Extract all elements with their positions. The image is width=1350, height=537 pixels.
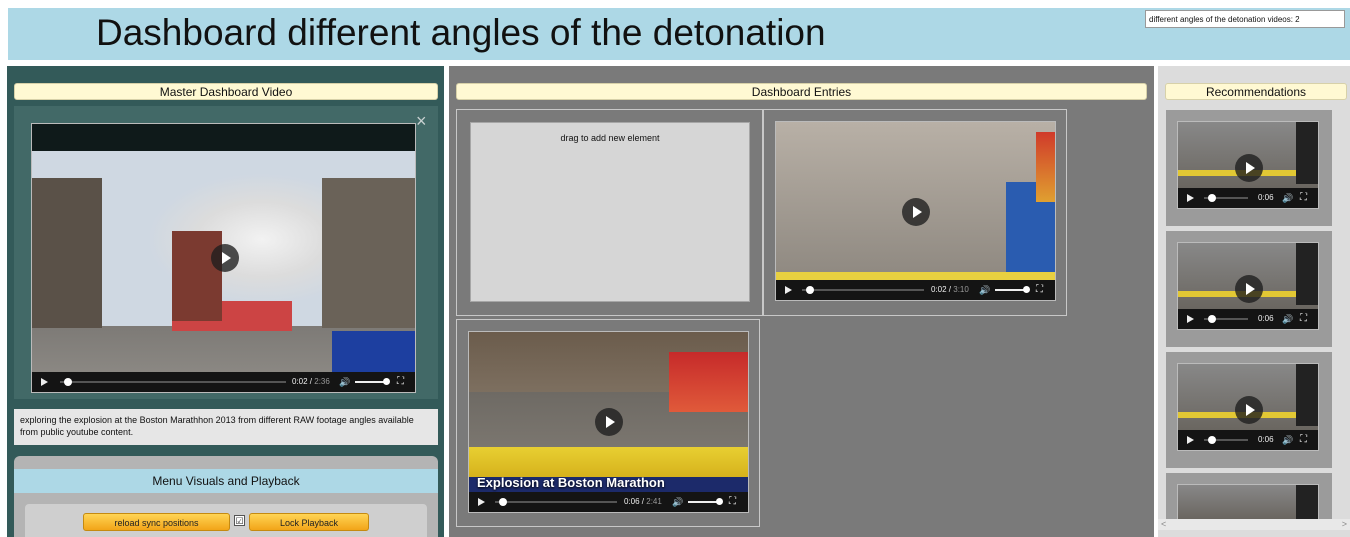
close-icon[interactable]: × bbox=[416, 112, 427, 130]
play-button-icon[interactable] bbox=[1187, 436, 1194, 444]
video-time: 0:06 bbox=[1258, 314, 1274, 323]
video-time: 0:02 / 2:36 bbox=[292, 377, 330, 386]
video-controls: 0:06 🔊 ⛶ bbox=[1178, 430, 1318, 450]
play-icon[interactable] bbox=[595, 408, 623, 436]
progress-bar[interactable] bbox=[1204, 315, 1248, 323]
progress-bar[interactable] bbox=[1204, 194, 1248, 202]
play-icon[interactable] bbox=[1235, 396, 1263, 424]
recommendation-video[interactable]: 0:06 🔊 ⛶ bbox=[1177, 242, 1319, 330]
play-button-icon[interactable] bbox=[41, 378, 48, 386]
horizontal-scrollbar[interactable]: < > bbox=[1158, 519, 1350, 530]
fullscreen-icon[interactable]: ⛶ bbox=[1300, 192, 1307, 203]
video-description: exploring the explosion at the Boston Ma… bbox=[14, 409, 438, 445]
progress-bar[interactable] bbox=[60, 378, 286, 386]
volume-icon[interactable]: 🔊 bbox=[339, 377, 350, 388]
video-controls: 0:02 / 2:36 🔊 ⛶ bbox=[32, 372, 415, 392]
volume-icon[interactable]: 🔊 bbox=[672, 497, 683, 508]
fullscreen-icon[interactable]: ⛶ bbox=[397, 376, 404, 387]
dashboard-entries-label: Dashboard Entries bbox=[456, 83, 1147, 100]
lock-playback-button[interactable]: Lock Playback bbox=[249, 513, 369, 531]
volume-icon[interactable]: 🔊 bbox=[979, 285, 990, 296]
scroll-right-icon[interactable]: > bbox=[1342, 519, 1347, 530]
fullscreen-icon[interactable]: ⛶ bbox=[729, 496, 736, 507]
lock-checkbox[interactable]: ☑ bbox=[234, 515, 245, 526]
drop-zone[interactable]: drag to add new element bbox=[470, 122, 750, 302]
master-video-player[interactable]: 0:02 / 2:36 🔊 ⛶ bbox=[31, 123, 416, 393]
play-icon[interactable] bbox=[902, 198, 930, 226]
progress-bar[interactable] bbox=[802, 286, 924, 294]
volume-slider[interactable] bbox=[355, 378, 390, 385]
video-time: 0:06 bbox=[1258, 435, 1274, 444]
recommendation-frame bbox=[1178, 485, 1318, 519]
play-icon[interactable] bbox=[211, 244, 239, 272]
video-controls: 0:02 / 3:10 🔊 ⛶ bbox=[776, 280, 1055, 300]
video-time: 0:02 / 3:10 bbox=[931, 285, 969, 294]
volume-slider[interactable] bbox=[688, 498, 723, 505]
volume-icon[interactable]: 🔊 bbox=[1282, 314, 1293, 325]
recommendations-label: Recommendations bbox=[1165, 83, 1347, 100]
play-button-icon[interactable] bbox=[478, 498, 485, 506]
menu-title: Menu Visuals and Playback bbox=[14, 469, 438, 493]
play-button-icon[interactable] bbox=[1187, 315, 1194, 323]
recommendation-video[interactable] bbox=[1177, 484, 1319, 519]
entry-video-player[interactable]: Explosion at Boston Marathon 0:06 / 2:41… bbox=[468, 331, 749, 513]
play-button-icon[interactable] bbox=[785, 286, 792, 294]
play-icon[interactable] bbox=[1235, 154, 1263, 182]
video-controls: 0:06 / 2:41 🔊 ⛶ bbox=[469, 492, 748, 512]
master-video-label: Master Dashboard Video bbox=[14, 83, 438, 100]
recommendation-video[interactable]: 0:06 🔊 ⛶ bbox=[1177, 363, 1319, 451]
fullscreen-icon[interactable]: ⛶ bbox=[1300, 434, 1307, 445]
volume-slider[interactable] bbox=[995, 286, 1030, 293]
progress-bar[interactable] bbox=[495, 498, 617, 506]
progress-bar[interactable] bbox=[1204, 436, 1248, 444]
volume-icon[interactable]: 🔊 bbox=[1282, 435, 1293, 446]
video-time: 0:06 bbox=[1258, 193, 1274, 202]
video-controls: 0:06 🔊 ⛶ bbox=[1178, 309, 1318, 329]
scroll-left-icon[interactable]: < bbox=[1161, 519, 1166, 530]
video-overlay-title: Explosion at Boston Marathon bbox=[477, 475, 665, 490]
play-icon[interactable] bbox=[1235, 275, 1263, 303]
volume-icon[interactable]: 🔊 bbox=[1282, 193, 1293, 204]
video-controls: 0:06 🔊 ⛶ bbox=[1178, 188, 1318, 208]
video-time: 0:06 / 2:41 bbox=[624, 497, 662, 506]
reload-sync-button[interactable]: reload sync positions bbox=[83, 513, 230, 531]
entry-video-player[interactable]: 0:02 / 3:10 🔊 ⛶ bbox=[775, 121, 1056, 301]
video-count-field[interactable] bbox=[1145, 10, 1345, 28]
fullscreen-icon[interactable]: ⛶ bbox=[1036, 284, 1043, 295]
page-title: Dashboard different angles of the detona… bbox=[96, 12, 826, 53]
recommendation-video[interactable]: 0:06 🔊 ⛶ bbox=[1177, 121, 1319, 209]
play-button-icon[interactable] bbox=[1187, 194, 1194, 202]
fullscreen-icon[interactable]: ⛶ bbox=[1300, 313, 1307, 324]
